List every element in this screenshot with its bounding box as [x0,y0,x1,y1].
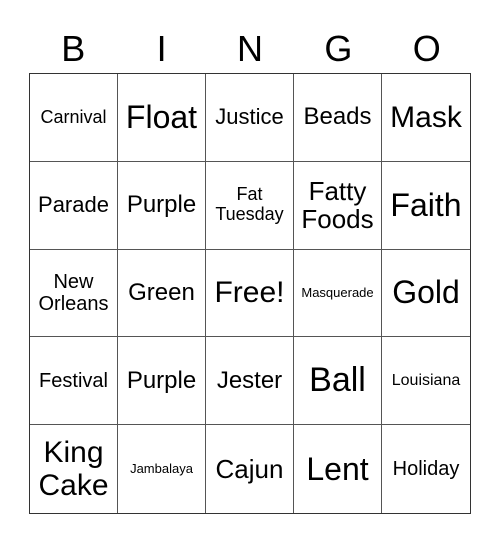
bingo-header: B I N G O [29,26,471,72]
bingo-cell[interactable]: Purple [118,337,206,426]
bingo-cell[interactable]: Masquerade [294,249,382,338]
bingo-cell[interactable]: Festival [30,337,118,426]
bingo-cell[interactable]: Gold [382,250,470,338]
header-letter-g: G [324,28,353,69]
bingo-cell[interactable]: Jester [206,337,294,426]
bingo-cell[interactable]: Green [118,249,206,338]
bingo-cell[interactable]: Louisiana [382,337,470,426]
bingo-cell[interactable]: Float [118,74,206,162]
bingo-cell[interactable]: Lent [294,425,382,513]
bingo-cell[interactable]: New Orleans [30,249,118,338]
bingo-cell[interactable]: Faith [382,162,470,250]
bingo-cell-free-space[interactable]: Free! [206,249,294,338]
bingo-cell[interactable]: Fatty Foods [294,161,382,250]
bingo-cell[interactable]: Parade [30,161,118,250]
header-letter-b: B [61,28,86,69]
bingo-cell[interactable]: Carnival [30,74,118,162]
bingo-cell[interactable]: Mask [382,74,470,162]
bingo-cell[interactable]: Beads [294,74,382,162]
bingo-cell[interactable]: Justice [206,74,294,162]
bingo-cell[interactable]: Jambalaya [118,425,206,513]
header-letter-o: O [412,28,441,69]
bingo-cell[interactable]: Cajun [206,425,294,513]
bingo-card-grid: Carnival Float Justice Beads Mask Parade… [29,73,471,514]
header-letter-i: I [156,28,167,69]
bingo-cell[interactable]: King Cake [30,425,118,513]
bingo-cell[interactable]: Ball [294,337,382,426]
bingo-cell[interactable]: Purple [118,161,206,250]
bingo-cell[interactable]: Fat Tuesday [206,161,294,250]
bingo-cell[interactable]: Holiday [382,425,470,513]
header-letter-n: N [236,28,263,69]
